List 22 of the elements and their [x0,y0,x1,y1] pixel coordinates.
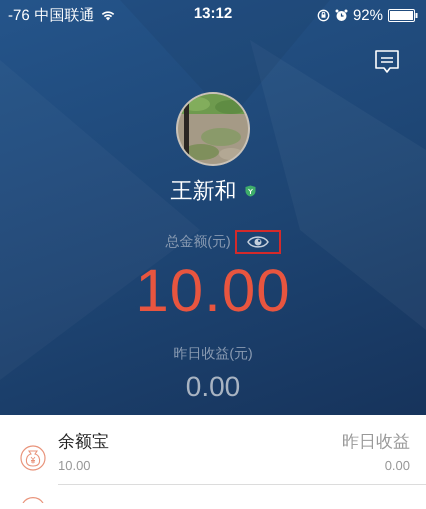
eye-icon [246,235,269,249]
carrier-name: 中国联通 [34,6,95,24]
yesterday-earnings-label: 昨日收益(元) [173,345,253,363]
fund-name: 余额宝 [58,431,109,453]
wifi-icon [100,9,116,21]
clock-time: 13:12 [194,5,232,22]
battery-percentage: 92% [352,6,383,24]
total-amount: 10.00 [135,256,291,325]
yesterday-earnings: 0.00 [186,371,240,403]
rotation-lock-icon [316,8,330,22]
signal-strength: -76 [8,6,30,24]
visibility-toggle[interactable] [234,230,281,254]
alarm-icon [334,8,348,22]
message-icon[interactable] [374,50,400,74]
fund-balance: 10.00 [58,458,91,473]
battery-icon [388,8,418,22]
money-bag-icon [20,444,46,470]
user-name: 王新和 [170,177,236,205]
yesterday-earnings: 0.00 [384,458,410,473]
yesterday-earnings-label: 昨日收益 [342,431,410,453]
fund-row[interactable]: 余额宝 昨日收益 10.00 0.00 [0,415,426,485]
total-amount-label: 总金额(元) [165,233,231,251]
